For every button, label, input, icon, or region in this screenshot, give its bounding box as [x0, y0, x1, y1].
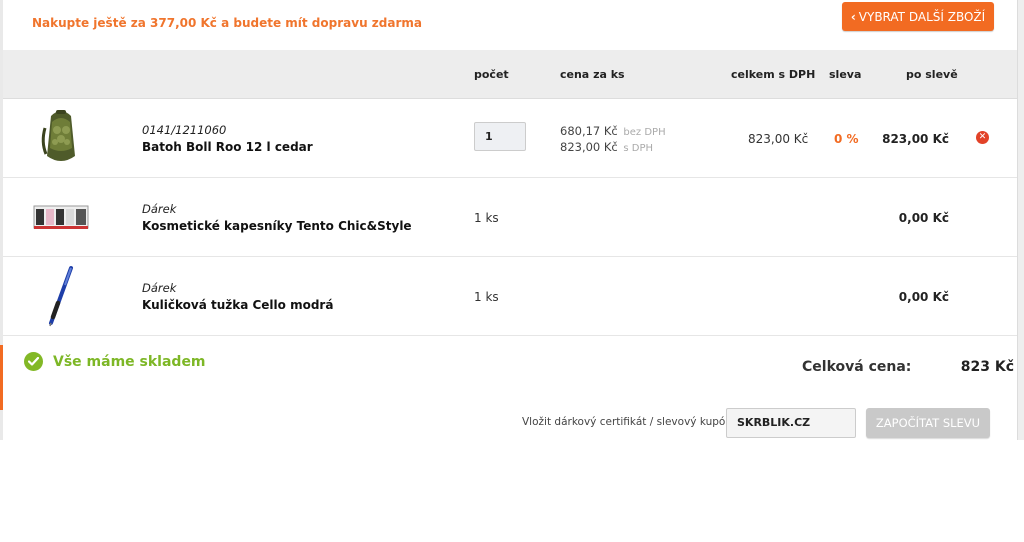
item-after-discount: 823,00 Kč [882, 132, 949, 146]
pen-image[interactable] [31, 265, 91, 327]
column-after-discount: po slevě [906, 68, 958, 81]
price-ex-vat-tag: bez DPH [623, 127, 666, 138]
left-accent-bar [0, 345, 3, 410]
column-discount: sleva [829, 68, 862, 81]
item-code: Dárek [142, 281, 177, 295]
cart-topbar: Nakupte ještě za 377,00 Kč a budete mít … [3, 0, 1017, 50]
item-discount: 0 % [834, 132, 859, 146]
total-price-value: 823 Kč [960, 359, 1014, 375]
coupon-input[interactable]: SKRBLIK.CZ [726, 408, 856, 438]
item-name[interactable]: Kuličková tužka Cello modrá [142, 298, 333, 312]
stock-status: Vše máme skladem [24, 352, 206, 371]
column-qty: počet [474, 68, 509, 81]
apply-discount-button[interactable]: ZAPOČÍTAT SLEVU [866, 408, 990, 438]
remove-item-icon[interactable]: ✕ [976, 131, 989, 144]
scrollbar[interactable] [1017, 0, 1024, 440]
item-after-discount: 0,00 Kč [898, 211, 949, 225]
item-name[interactable]: Kosmetické kapesníky Tento Chic&Style [142, 219, 412, 233]
price-inc-vat-tag: s DPH [623, 143, 654, 154]
cart-table-header: počet cena za ks celkem s DPH sleva po s… [3, 50, 1017, 99]
free-shipping-notice: Nakupte ještě za 377,00 Kč a budete mít … [32, 16, 422, 30]
chevron-left-icon: ‹ [850, 9, 856, 24]
cart-item-row: Dárek Kuličková tužka Cello modrá 1 ks 0… [3, 257, 1017, 336]
price-inc-vat-value: 823,00 Kč [560, 140, 618, 154]
cart-item-row: Dárek Kosmetické kapesníky Tento Chic&St… [3, 178, 1017, 257]
item-after-discount: 0,00 Kč [898, 290, 949, 304]
coupon-label: Vložit dárkový certifikát / slevový kupó… [522, 416, 736, 428]
column-unit-price: cena za ks [560, 68, 625, 81]
item-code: 0141/1211060 [142, 123, 227, 137]
item-quantity: 1 ks [474, 211, 499, 225]
stock-status-text: Vše máme skladem [53, 353, 206, 370]
item-total: 823,00 Kč [748, 132, 809, 146]
price-ex-vat: 680,17 Kč bez DPH [560, 124, 666, 138]
price-inc-vat: 823,00 Kč s DPH [560, 140, 653, 154]
tissues-image[interactable] [31, 186, 91, 248]
item-code: Dárek [142, 202, 177, 216]
cart-item-row: 0141/1211060 Batoh Boll Roo 12 l cedar 1… [3, 99, 1017, 178]
backpack-image[interactable] [31, 107, 91, 169]
quantity-input[interactable]: 1 [474, 122, 526, 151]
item-name[interactable]: Batoh Boll Roo 12 l cedar [142, 140, 313, 154]
check-circle-icon [24, 352, 43, 371]
continue-shopping-label: VYBRAT DALŠÍ ZBOŽÍ [858, 9, 986, 24]
item-quantity: 1 ks [474, 290, 499, 304]
column-total-vat: celkem s DPH [731, 68, 816, 81]
continue-shopping-button[interactable]: ‹ VYBRAT DALŠÍ ZBOŽÍ [842, 2, 994, 31]
total-price-label: Celková cena: [802, 359, 912, 375]
price-ex-vat-value: 680,17 Kč [560, 124, 618, 138]
